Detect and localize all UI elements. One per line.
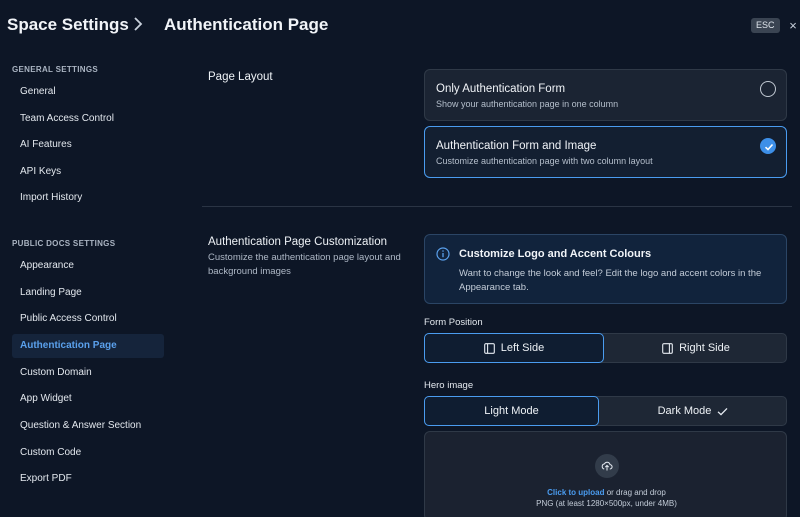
- panel-right-icon: [662, 342, 673, 354]
- radio-unchecked-icon[interactable]: [760, 81, 776, 97]
- close-icon[interactable]: ×: [786, 18, 800, 33]
- upload-instruction: Click to upload or drag and drop: [425, 488, 788, 497]
- hero-image-label: Hero image: [424, 380, 474, 391]
- header: Space Settings Authentication Page ESC ×: [0, 0, 800, 52]
- section-divider: [202, 206, 792, 207]
- layout-option-desc: Customize authentication page with two c…: [436, 156, 653, 166]
- form-position-left-side[interactable]: Left Side: [424, 333, 604, 363]
- sidebar-section-public-docs: PUBLIC DOCS SETTINGS: [12, 239, 116, 248]
- sidebar-item-app-widget[interactable]: App Widget: [12, 387, 164, 411]
- sidebar-item-general[interactable]: General: [12, 80, 164, 104]
- form-position-label: Form Position: [424, 317, 483, 328]
- form-position-right-label: Right Side: [679, 342, 730, 354]
- layout-option-title: Authentication Form and Image: [436, 140, 597, 152]
- upload-hint: PNG (at least 1280×500px, under 4MB): [536, 499, 677, 508]
- sidebar-item-import-history[interactable]: Import History: [12, 186, 164, 210]
- esc-badge[interactable]: ESC: [751, 18, 780, 33]
- sidebar: GENERAL SETTINGS General Team Access Con…: [0, 52, 176, 517]
- breadcrumb-space-settings[interactable]: Space Settings: [7, 15, 129, 35]
- sidebar-item-appearance[interactable]: Appearance: [12, 254, 164, 278]
- chevron-right-icon: [132, 16, 144, 37]
- sidebar-item-api-keys[interactable]: API Keys: [12, 160, 164, 184]
- sidebar-item-export-pdf[interactable]: Export PDF: [12, 467, 164, 491]
- layout-option-desc: Show your authentication page in one col…: [436, 99, 619, 109]
- sidebar-item-ai-features[interactable]: AI Features: [12, 133, 164, 157]
- sidebar-item-authentication-page[interactable]: Authentication Page: [12, 334, 164, 358]
- info-text: Want to change the look and feel? Edit t…: [459, 268, 762, 293]
- sidebar-item-question-answer-section[interactable]: Question & Answer Section: [12, 414, 164, 438]
- sidebar-item-public-access-control[interactable]: Public Access Control: [12, 307, 164, 331]
- hero-light-mode-label: Light Mode: [484, 405, 539, 417]
- cloud-upload-icon: [595, 454, 619, 478]
- hero-image-mode-toggle: Light Mode Dark Mode: [424, 396, 787, 426]
- layout-option-title: Only Authentication Form: [436, 83, 566, 95]
- customization-title: Authentication Page Customization: [208, 236, 387, 248]
- info-callout: Customize Logo and Accent Colours Want t…: [424, 234, 787, 304]
- hero-dark-mode[interactable]: Dark Mode: [599, 396, 787, 426]
- form-position-left-label: Left Side: [500, 342, 545, 354]
- sidebar-item-team-access-control[interactable]: Team Access Control: [12, 107, 164, 131]
- form-position-toggle: Left Side Right Side: [424, 333, 787, 363]
- hero-dark-mode-label: Dark Mode: [657, 405, 712, 417]
- click-to-upload-link[interactable]: Click to upload: [547, 488, 604, 497]
- check-icon[interactable]: [760, 138, 776, 154]
- sidebar-item-landing-page[interactable]: Landing Page: [12, 281, 164, 305]
- layout-option-only-form[interactable]: Only Authentication Form Show your authe…: [424, 69, 787, 121]
- form-position-right-side[interactable]: Right Side: [605, 333, 787, 363]
- sidebar-section-general: GENERAL SETTINGS: [12, 65, 98, 74]
- panel-left-icon: [483, 342, 495, 354]
- upload-drag-text: or drag and drop: [604, 488, 666, 497]
- page-title: Authentication Page: [164, 15, 329, 34]
- info-title: Customize Logo and Accent Colours: [459, 248, 652, 260]
- check-icon: [717, 407, 728, 416]
- page-layout-title: Page Layout: [208, 71, 273, 83]
- customization-desc: Customize the authentication page layout…: [208, 252, 401, 277]
- layout-option-form-and-image[interactable]: Authentication Form and Image Customize …: [424, 126, 787, 178]
- hero-image-dropzone[interactable]: Click to upload or drag and drop PNG (at…: [424, 431, 787, 517]
- hero-light-mode[interactable]: Light Mode: [424, 396, 599, 426]
- sidebar-item-custom-domain[interactable]: Custom Domain: [12, 361, 164, 385]
- sidebar-item-custom-code[interactable]: Custom Code: [12, 441, 164, 465]
- info-icon: [436, 247, 450, 261]
